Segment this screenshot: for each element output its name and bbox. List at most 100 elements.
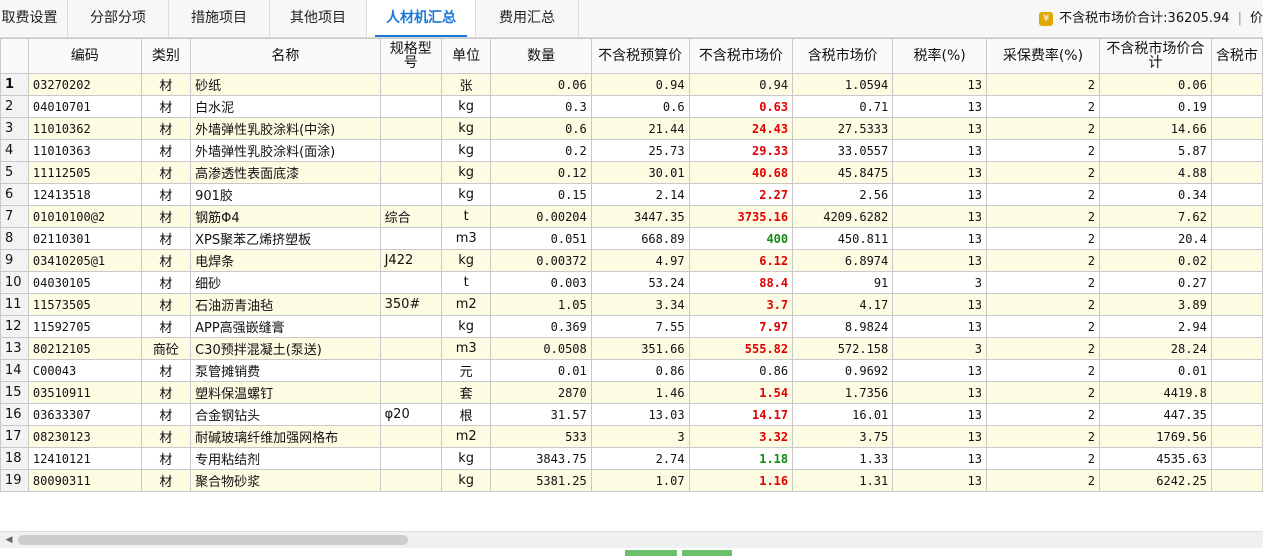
- market-price-tax-cell[interactable]: 3.75: [792, 425, 894, 448]
- tax-rate-cell[interactable]: 13: [892, 359, 987, 382]
- tax-rate-cell[interactable]: 13: [892, 469, 987, 492]
- row-number-cell[interactable]: 15: [0, 381, 29, 404]
- code-cell[interactable]: 03410205@1: [27, 249, 142, 272]
- spec-cell[interactable]: [379, 447, 442, 470]
- tax-included-partial-cell[interactable]: [1210, 161, 1263, 184]
- market-total-cell[interactable]: 14.66: [1098, 117, 1212, 140]
- name-cell[interactable]: C30预拌混凝土(泵送): [190, 337, 381, 360]
- tax-rate-cell[interactable]: 13: [892, 139, 987, 162]
- name-cell[interactable]: APP高强嵌缝膏: [190, 315, 381, 338]
- row-number-cell[interactable]: 5: [0, 161, 29, 184]
- tax-rate-cell[interactable]: 13: [892, 117, 987, 140]
- unit-cell[interactable]: m3: [440, 337, 492, 360]
- spec-cell[interactable]: [379, 161, 442, 184]
- bottom-button-1[interactable]: [625, 550, 677, 556]
- unit-cell[interactable]: kg: [440, 249, 492, 272]
- quantity-cell[interactable]: 0.06: [490, 73, 592, 96]
- spec-cell[interactable]: [379, 337, 442, 360]
- market-total-cell[interactable]: 4535.63: [1098, 447, 1212, 470]
- code-cell[interactable]: 04010701: [27, 95, 142, 118]
- unit-cell[interactable]: kg: [440, 315, 492, 338]
- name-cell[interactable]: 白水泥: [190, 95, 381, 118]
- col-tax-rate[interactable]: 税率(%): [892, 38, 987, 74]
- table-row[interactable]: 9 03410205@1 材电焊条 J422 kg 0.00372 4.97 6.12 6.89…: [0, 249, 1263, 272]
- quantity-cell[interactable]: 5381.25: [490, 469, 592, 492]
- table-row[interactable]: 10 04030105 材细砂 t 0.003 53.24 88.4 91 3 2 0.27: [0, 271, 1263, 294]
- col-code[interactable]: 编码: [27, 38, 142, 74]
- name-cell[interactable]: 外墙弹性乳胶涂料(中涂): [190, 117, 381, 140]
- procurement-rate-cell[interactable]: 2: [985, 161, 1100, 184]
- market-price-tax-cell[interactable]: 4209.6282: [792, 205, 894, 228]
- table-row[interactable]: 6 12413518 材 901胶 kg 0.15 2.14 2.27 2.56 13 2 0.34: [0, 183, 1263, 206]
- category-cell[interactable]: 商砼: [140, 337, 192, 360]
- category-cell[interactable]: 材: [140, 95, 192, 118]
- procurement-rate-cell[interactable]: 2: [985, 315, 1100, 338]
- market-price-cell[interactable]: 0.86: [688, 359, 794, 382]
- market-price-cell[interactable]: 0.94: [688, 73, 794, 96]
- quantity-cell[interactable]: 0.2: [490, 139, 592, 162]
- market-price-cell[interactable]: 24.43: [688, 117, 794, 140]
- procurement-rate-cell[interactable]: 2: [985, 227, 1100, 250]
- name-cell[interactable]: 高渗透性表面底漆: [190, 161, 381, 184]
- row-number-cell[interactable]: 12: [0, 315, 29, 338]
- category-cell[interactable]: 材: [140, 117, 192, 140]
- name-cell[interactable]: 聚合物砂浆: [190, 469, 381, 492]
- market-price-cell[interactable]: 555.82: [688, 337, 794, 360]
- code-cell[interactable]: 11010362: [27, 117, 142, 140]
- budget-price-cell[interactable]: 351.66: [590, 337, 690, 360]
- budget-price-cell[interactable]: 30.01: [590, 161, 690, 184]
- category-cell[interactable]: 材: [140, 425, 192, 448]
- row-number-cell[interactable]: 11: [0, 293, 29, 316]
- budget-price-cell[interactable]: 53.24: [590, 271, 690, 294]
- budget-price-cell[interactable]: 0.86: [590, 359, 690, 382]
- table-row[interactable]: 2 04010701 材白水泥 kg 0.3 0.6 0.63 0.71 13 2 0.19: [0, 95, 1263, 118]
- quantity-cell[interactable]: 0.00372: [490, 249, 592, 272]
- spec-cell[interactable]: J422: [379, 249, 442, 272]
- table-row[interactable]: 4 11010363 材外墙弹性乳胶涂料(面涂) kg 0.2 25.73 29.33 33.…: [0, 139, 1263, 162]
- procurement-rate-cell[interactable]: 2: [985, 139, 1100, 162]
- scrollbar-thumb[interactable]: [18, 535, 408, 545]
- col-procurement-rate[interactable]: 采保费率(%): [985, 38, 1100, 74]
- market-price-tax-cell[interactable]: 0.9692: [792, 359, 894, 382]
- name-cell[interactable]: 合金钢钻头: [190, 403, 381, 426]
- market-price-cell[interactable]: 2.27: [688, 183, 794, 206]
- budget-price-cell[interactable]: 3447.35: [590, 205, 690, 228]
- code-cell[interactable]: 11592705: [27, 315, 142, 338]
- table-row[interactable]: 18 12410121 材专用粘结剂 kg 3843.75 2.74 1.18 1.33 13 2…: [0, 447, 1263, 470]
- procurement-rate-cell[interactable]: 2: [985, 359, 1100, 382]
- row-number-cell[interactable]: 7: [0, 205, 29, 228]
- table-row[interactable]: 8 02110301 材 XPS聚苯乙烯挤塑板 m3 0.051 668.89 400 450.…: [0, 227, 1263, 250]
- quantity-cell[interactable]: 0.15: [490, 183, 592, 206]
- market-price-tax-cell[interactable]: 1.33: [792, 447, 894, 470]
- tax-included-partial-cell[interactable]: [1210, 315, 1263, 338]
- market-price-tax-cell[interactable]: 1.31: [792, 469, 894, 492]
- procurement-rate-cell[interactable]: 2: [985, 403, 1100, 426]
- budget-price-cell[interactable]: 3.34: [590, 293, 690, 316]
- market-total-cell[interactable]: 20.4: [1098, 227, 1212, 250]
- budget-price-cell[interactable]: 21.44: [590, 117, 690, 140]
- spec-cell[interactable]: [379, 73, 442, 96]
- code-cell[interactable]: 08230123: [27, 425, 142, 448]
- tax-rate-cell[interactable]: 13: [892, 381, 987, 404]
- procurement-rate-cell[interactable]: 2: [985, 425, 1100, 448]
- table-row[interactable]: 12 11592705 材 APP高强嵌缝膏 kg 0.369 7.55 7.97 8.9824…: [0, 315, 1263, 338]
- market-total-cell[interactable]: 0.27: [1098, 271, 1212, 294]
- spec-cell[interactable]: [379, 425, 442, 448]
- budget-price-cell[interactable]: 7.55: [590, 315, 690, 338]
- market-total-cell[interactable]: 3.89: [1098, 293, 1212, 316]
- tax-included-partial-cell[interactable]: [1210, 381, 1263, 404]
- tax-rate-cell[interactable]: 13: [892, 249, 987, 272]
- tax-rate-cell[interactable]: 13: [892, 183, 987, 206]
- tax-included-partial-cell[interactable]: [1210, 249, 1263, 272]
- tax-included-partial-cell[interactable]: [1210, 183, 1263, 206]
- code-cell[interactable]: 03633307: [27, 403, 142, 426]
- tax-included-partial-cell[interactable]: [1210, 227, 1263, 250]
- table-row[interactable]: 16 03633307 材合金钢钻头 φ20 根 31.57 13.03 14.17 16.01…: [0, 403, 1263, 426]
- market-price-tax-cell[interactable]: 27.5333: [792, 117, 894, 140]
- col-name[interactable]: 名称: [190, 38, 381, 74]
- name-cell[interactable]: 砂纸: [190, 73, 381, 96]
- market-total-cell[interactable]: 2.94: [1098, 315, 1212, 338]
- market-price-cell[interactable]: 0.63: [688, 95, 794, 118]
- category-cell[interactable]: 材: [140, 469, 192, 492]
- quantity-cell[interactable]: 0.0508: [490, 337, 592, 360]
